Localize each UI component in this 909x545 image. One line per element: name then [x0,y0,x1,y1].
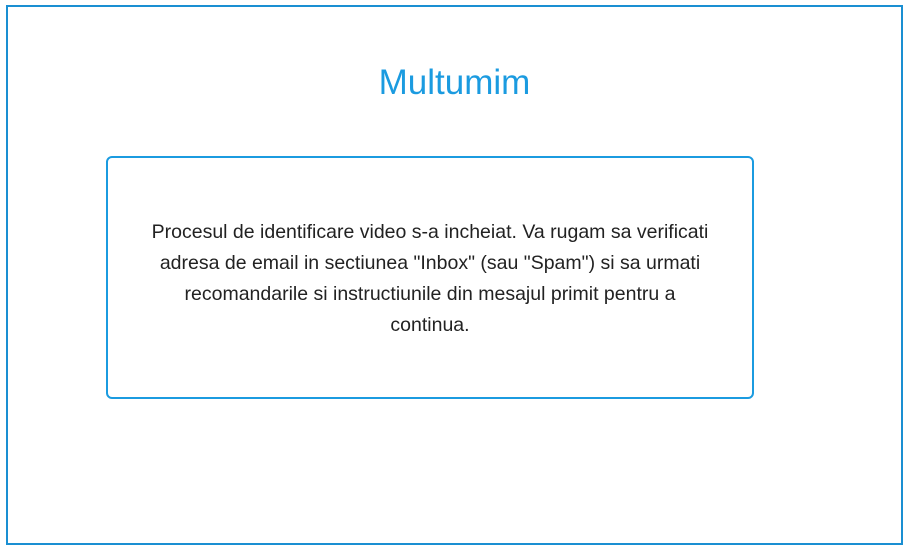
message-box: Procesul de identificare video s-a inche… [106,156,754,399]
page-title: Multumim [378,63,531,102]
confirmation-message: Procesul de identificare video s-a inche… [151,220,709,336]
